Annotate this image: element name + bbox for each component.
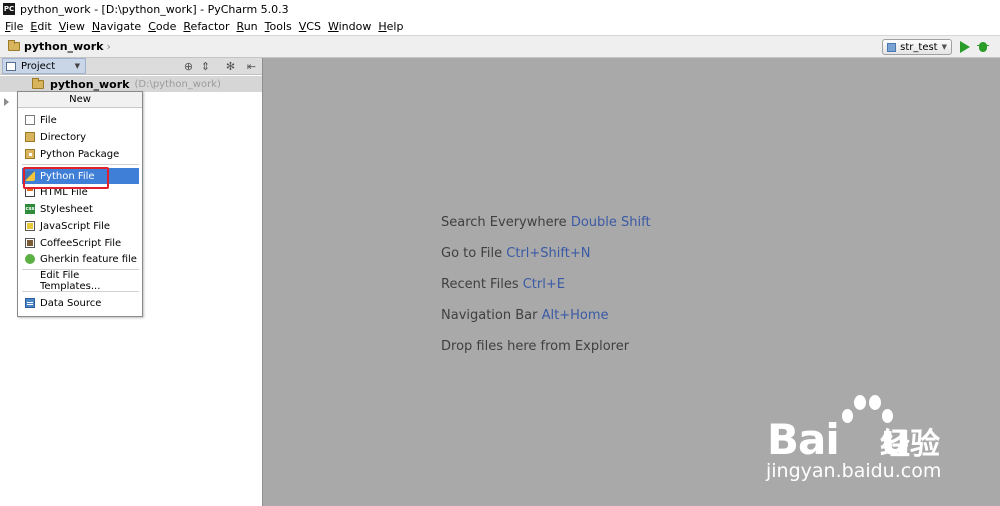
watermark-chinese-text: 经验: [880, 427, 940, 462]
menu-item-label: Directory: [40, 131, 87, 143]
menu-item-directory[interactable]: Directory: [22, 129, 139, 145]
menu-vcs[interactable]: VCS: [297, 20, 326, 33]
project-root-path: (D:\python_work): [134, 78, 221, 90]
menu-item-edit-file-templates[interactable]: Edit File Templates...: [22, 270, 139, 292]
menu-item-data-source[interactable]: Data Source: [22, 295, 139, 311]
chevron-right-icon: ›: [106, 40, 111, 53]
data-source-icon: [25, 298, 35, 308]
menu-item-label: File: [40, 114, 57, 126]
menu-edit[interactable]: Edit: [28, 20, 56, 33]
folder-icon: [8, 40, 20, 51]
project-panel-header: Project ▼ ⊕ ⇕ ✻ ⇤: [0, 58, 262, 75]
scroll-from-source-icon[interactable]: ⊕: [183, 61, 194, 72]
debug-icon[interactable]: [977, 40, 989, 53]
navigation-bar: python_work › str_test ▼: [0, 35, 1000, 58]
menu-code[interactable]: Code: [146, 20, 181, 33]
menu-refactor[interactable]: Refactor: [181, 20, 234, 33]
menu-separator: [22, 291, 139, 292]
new-submenu: New File Directory Python Package Python…: [17, 91, 143, 317]
folder-icon: [32, 77, 44, 89]
menu-item-gherkin-feature-file[interactable]: Gherkin feature file: [22, 251, 139, 267]
chevron-down-icon: ▼: [941, 43, 947, 51]
menu-bar: File Edit View Navigate Code Refactor Ru…: [0, 18, 1000, 35]
breadcrumb[interactable]: python_work ›: [8, 40, 111, 53]
editor-empty-state: Search Everywhere Double Shift Go to Fil…: [441, 214, 651, 369]
menu-item-label: JavaScript File: [40, 220, 111, 232]
menu-item-label: Python Package: [40, 148, 120, 160]
menu-item-label: Edit File Templates...: [40, 270, 101, 292]
panel-splitter[interactable]: [262, 58, 263, 506]
run-icon[interactable]: [960, 41, 970, 53]
breadcrumb-label: python_work: [24, 40, 104, 53]
file-icon: [25, 115, 35, 125]
expand-arrow-icon[interactable]: [4, 98, 9, 106]
window-title: python_work - [D:\python_work] - PyCharm…: [20, 2, 289, 16]
menu-item-stylesheet[interactable]: css Stylesheet: [22, 201, 139, 217]
project-root-name: python_work: [50, 77, 130, 91]
menu-file[interactable]: File: [3, 20, 28, 33]
javascript-file-icon: [25, 221, 35, 231]
title-bar: PC python_work - [D:\python_work] - PyCh…: [0, 0, 1000, 18]
menu-item-file[interactable]: File: [22, 112, 139, 128]
project-view-dropdown[interactable]: Project ▼: [2, 58, 86, 74]
coffeescript-file-icon: [25, 238, 35, 248]
project-panel-icon: [6, 61, 16, 71]
run-configuration-label: str_test: [900, 41, 938, 53]
menu-help[interactable]: Help: [376, 20, 408, 33]
run-configuration-dropdown[interactable]: str_test ▼: [882, 39, 952, 55]
stylesheet-icon: css: [25, 204, 35, 214]
hide-panel-icon[interactable]: ⇤: [246, 61, 257, 72]
collapse-all-icon[interactable]: ⇕: [200, 61, 211, 72]
hint-go-to-file: Go to File Ctrl+Shift+N: [441, 246, 591, 261]
menu-item-label: Data Source: [40, 297, 102, 309]
submenu-header: New: [18, 92, 142, 108]
gherkin-file-icon: [25, 254, 35, 264]
gear-icon[interactable]: ✻: [225, 61, 236, 72]
hint-search-everywhere: Search Everywhere Double Shift: [441, 215, 651, 230]
watermark-url: jingyan.baidu.com: [766, 460, 942, 482]
hint-navigation-bar: Navigation Bar Alt+Home: [441, 308, 609, 323]
python-config-icon: [887, 42, 897, 52]
python-package-icon: [25, 149, 35, 159]
menu-tools[interactable]: Tools: [263, 20, 297, 33]
menu-window[interactable]: Window: [326, 20, 376, 33]
hint-recent-files: Recent Files Ctrl+E: [441, 277, 565, 292]
folder-icon: [25, 132, 35, 142]
menu-separator: [22, 164, 139, 165]
menu-item-coffeescript-file[interactable]: CoffeeScript File: [22, 235, 139, 251]
project-tab-label: Project: [21, 60, 56, 72]
menu-view[interactable]: View: [57, 20, 90, 33]
chevron-down-icon: ▼: [74, 62, 80, 70]
hint-drop-files: Drop files here from Explorer: [441, 339, 630, 354]
menu-item-label: CoffeeScript File: [40, 237, 122, 249]
project-tree-root[interactable]: python_work (D:\python_work): [0, 76, 262, 92]
menu-item-python-package[interactable]: Python Package: [22, 146, 139, 162]
menu-item-javascript-file[interactable]: JavaScript File: [22, 218, 139, 234]
menu-run[interactable]: Run: [235, 20, 263, 33]
menu-item-label: Stylesheet: [40, 203, 93, 215]
annotation-highlight-box: [23, 167, 109, 189]
pycharm-app-icon: PC: [3, 3, 15, 15]
menu-navigate[interactable]: Navigate: [90, 20, 146, 33]
menu-item-label: Gherkin feature file: [40, 253, 137, 265]
